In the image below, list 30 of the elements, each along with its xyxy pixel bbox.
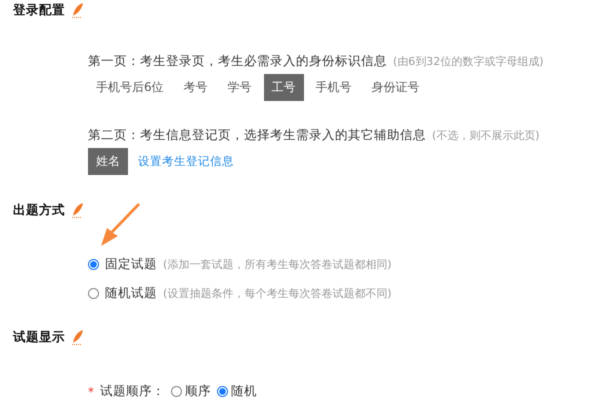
feather-icon (71, 202, 84, 218)
radio-button[interactable] (217, 386, 228, 397)
register-info-link[interactable]: 设置考生登记信息 (138, 154, 234, 169)
radio-button[interactable] (88, 259, 99, 270)
hint-text: (由6到32位的数字或字母组成) (393, 54, 544, 69)
field-label: 试题顺序： (100, 383, 165, 400)
field-option-tag[interactable]: 身份证号 (364, 74, 428, 101)
field-option-tag[interactable]: 学号 (220, 74, 260, 101)
radio-label[interactable]: 随机试题 (105, 285, 157, 302)
hint-text: (不选，则不展示此页) (432, 128, 540, 143)
radio-label[interactable]: 顺序 (185, 383, 211, 400)
radio-button[interactable] (171, 386, 182, 397)
section-title: 登录配置 (13, 2, 65, 18)
page-description: 第一页：考生登录页，考生必需录入的身份标识信息 (88, 53, 387, 70)
feather-icon (71, 2, 84, 18)
field-option-tag[interactable]: 考号 (176, 74, 216, 101)
radio-button[interactable] (88, 288, 99, 299)
field-option-tag[interactable]: 工号 (264, 74, 304, 101)
radio-label[interactable]: 随机 (231, 383, 257, 400)
feather-icon (71, 329, 84, 345)
hint-text: (设置抽题条件，每个考生每次答卷试题都不同) (163, 286, 392, 301)
radio-label[interactable]: 固定试题 (105, 256, 157, 273)
page-description: 第二页：考生信息登记页，选择考生需录入的其它辅助信息 (88, 127, 426, 144)
field-option-tag[interactable]: 手机号 (308, 74, 360, 101)
section-title: 出题方式 (13, 202, 65, 218)
field-option-tag[interactable]: 手机号后6位 (88, 74, 172, 101)
required-mark: * (88, 384, 94, 398)
hint-text: (添加一套试题，所有考生每次答卷试题都相同) (163, 257, 392, 272)
section-title: 试题显示 (13, 328, 65, 346)
field-option-tag[interactable]: 姓名 (88, 148, 128, 175)
